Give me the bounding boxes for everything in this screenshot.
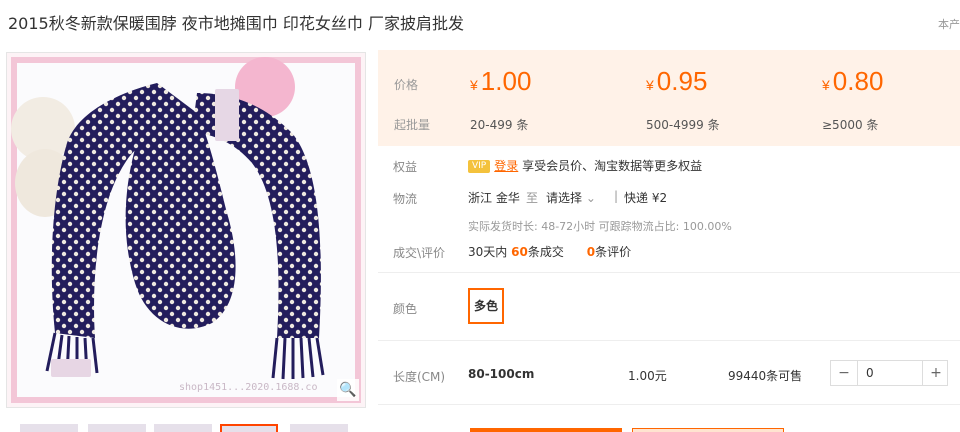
thumbnail-active[interactable] (220, 424, 278, 432)
thumbnail-strip (6, 424, 366, 432)
product-image[interactable]: shop1451...2020.1688.co 🔍 (6, 52, 366, 408)
size-value: 80-100cm (468, 367, 535, 381)
currency-symbol: ¥ (470, 77, 478, 93)
divider (378, 404, 960, 405)
separator: | (614, 189, 619, 203)
divider (378, 272, 960, 273)
color-label: 颜色 (393, 302, 418, 316)
blur-mark (51, 359, 91, 377)
reviews-suffix: 条评价 (595, 245, 632, 259)
destination-select[interactable]: 请选择 ⌄ (546, 189, 596, 206)
color-option-multi[interactable]: 多色 (468, 288, 504, 324)
length-label: 长度(CM) (393, 370, 446, 384)
quantity-stepper: − 0 + (830, 360, 948, 386)
stock-available: 99440条可售 (728, 369, 803, 383)
benefits-text: 享受会员价、淘宝数据等更多权益 (522, 159, 703, 173)
benefits-label: 权益 (393, 160, 418, 174)
reviews-count[interactable]: 0 (587, 245, 595, 259)
thumbnail[interactable] (20, 424, 78, 432)
deals-prefix: 30天内 (468, 245, 508, 259)
price-value: 1.00 (480, 66, 532, 96)
destination-value: 请选择 (546, 191, 583, 205)
shipping-detail: 实际发货时长: 48-72小时 可跟踪物流占比: 100.00% (468, 220, 732, 233)
product-title: 2015秋冬新款保暖围脖 夜市地摊围巾 印花女丝巾 厂家披肩批发 (8, 14, 464, 33)
quantity-input[interactable]: 0 (857, 361, 923, 385)
decrement-button[interactable]: − (831, 361, 857, 385)
currency-symbol: ¥ (822, 77, 830, 93)
price-tier-1: ¥1.00 (470, 66, 531, 97)
order-button[interactable] (470, 428, 622, 432)
ship-from: 浙江 金华 (468, 191, 520, 205)
blur-mark (215, 89, 239, 141)
qty-tier-3: ≥5000 条 (822, 118, 879, 132)
increment-button[interactable]: + (923, 361, 949, 385)
express-fee: 快递 ¥2 (624, 191, 668, 205)
chevron-down-icon: ⌄ (585, 191, 596, 205)
min-qty-label: 起批量 (394, 118, 431, 132)
deals-label: 成交\评价 (393, 246, 446, 260)
unit-price: 1.00元 (628, 369, 667, 383)
thumbnail[interactable] (88, 424, 146, 432)
price-value: 0.95 (656, 66, 708, 96)
cart-button[interactable] (632, 428, 784, 432)
qty-tier-1: 20-499 条 (470, 118, 529, 132)
deals-suffix: 条成交 (527, 245, 564, 259)
corner-text: 本产 (938, 18, 960, 31)
divider (378, 340, 960, 341)
benefits-line: VIP 登录 享受会员价、淘宝数据等更多权益 (468, 157, 702, 174)
login-link[interactable]: 登录 (494, 159, 518, 173)
vip-badge: VIP (468, 160, 491, 173)
logistics-label: 物流 (393, 192, 418, 206)
deals-line: 30天内 60条成交 0条评价 (468, 243, 631, 260)
to-word: 至 (526, 191, 539, 205)
thumbnail[interactable] (290, 424, 348, 432)
scarf-illustration (45, 83, 325, 380)
price-value: 0.80 (832, 66, 884, 96)
qty-tier-2: 500-4999 条 (646, 118, 720, 132)
price-tier-2: ¥0.95 (646, 66, 707, 97)
currency-symbol: ¥ (646, 77, 654, 93)
search-icon[interactable]: 🔍 (337, 379, 359, 401)
price-label: 价格 (394, 78, 419, 92)
deals-count[interactable]: 60 (511, 245, 528, 259)
price-tier-3: ¥0.80 (822, 66, 883, 97)
price-block: 价格 起批量 ¥1.00 ¥0.95 ¥0.80 20-499 条 500-49… (378, 50, 960, 146)
image-watermark: shop1451...2020.1688.co (179, 382, 318, 393)
thumbnail[interactable] (154, 424, 212, 432)
